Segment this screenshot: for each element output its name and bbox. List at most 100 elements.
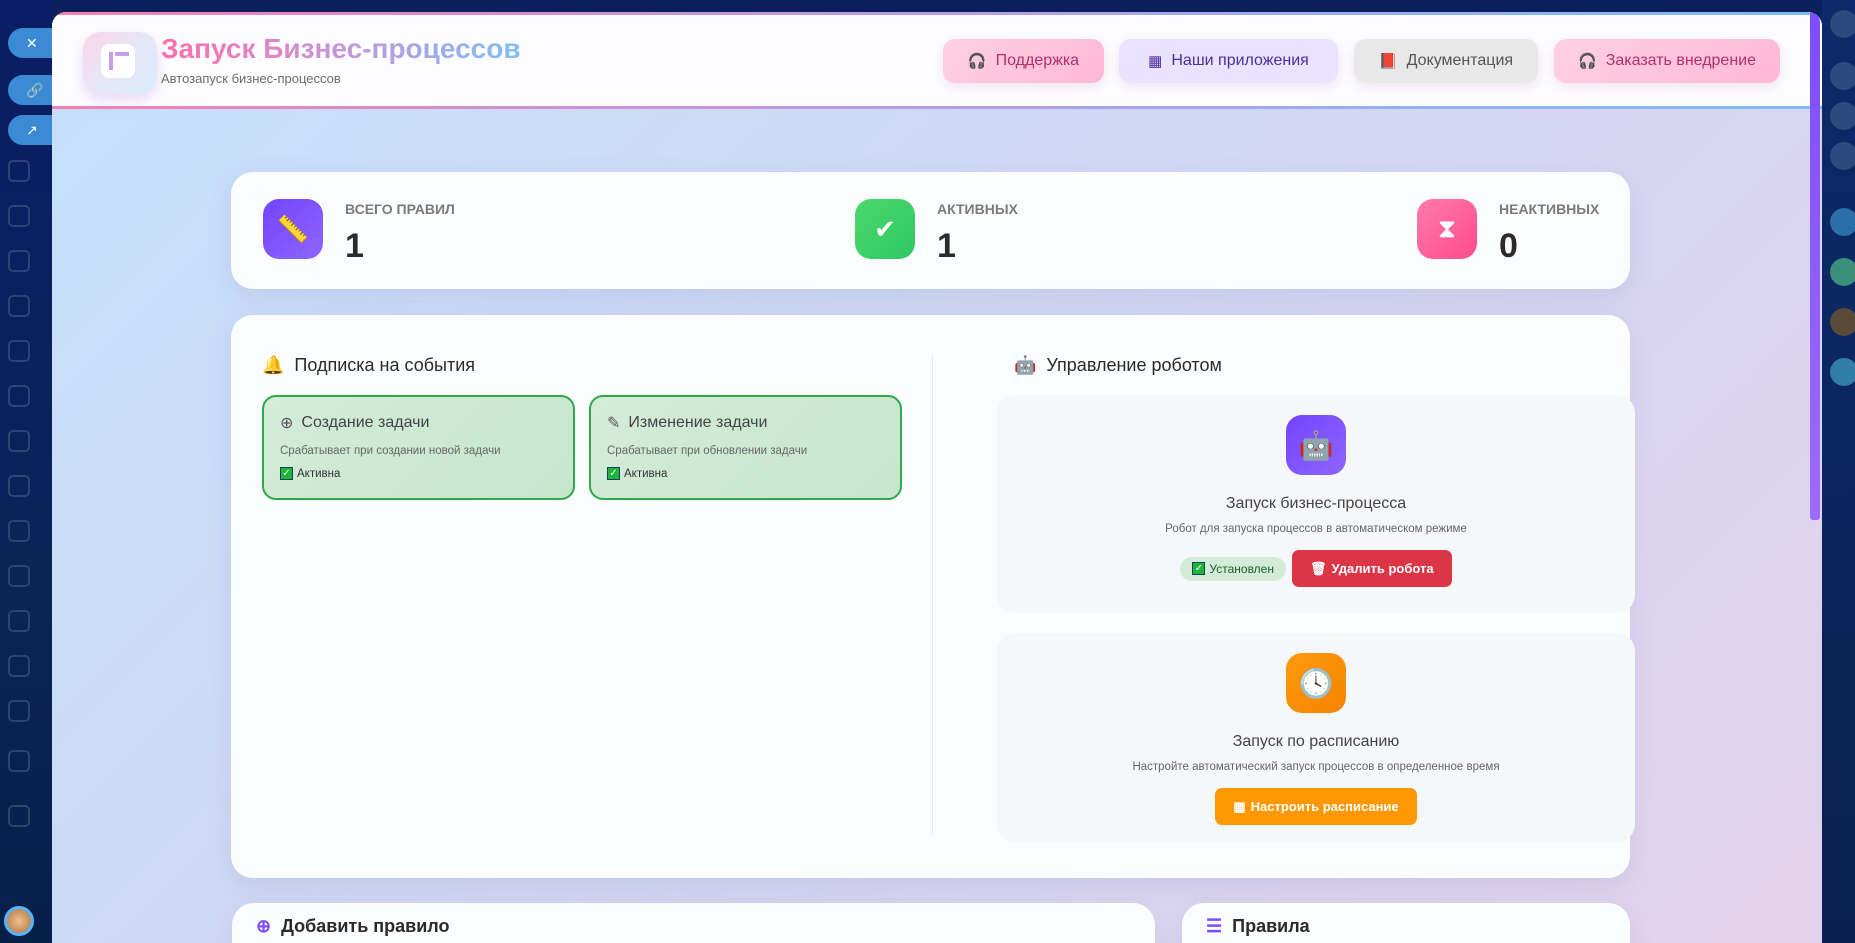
button-label: Настроить расписание bbox=[1250, 799, 1399, 814]
stat-active: ✔ АКТИВНЫХ 1 bbox=[855, 199, 1018, 266]
section-title: Правила bbox=[1232, 916, 1310, 936]
documentation-button[interactable]: 📕 Документация bbox=[1354, 39, 1538, 83]
grid-icon: ▦ bbox=[1148, 53, 1163, 70]
hourglass-icon: ⧗ bbox=[1417, 199, 1477, 259]
stats-card: 📏 ВСЕГО ПРАВИЛ 1 ✔ АКТИВНЫХ 1 ⧗ НЕАКТИВНЫХ… bbox=[231, 172, 1630, 289]
panel-description: Робот для запуска процессов в автоматиче… bbox=[1165, 523, 1467, 535]
scrollbar[interactable] bbox=[1810, 12, 1820, 520]
section-title: Добавить правило bbox=[281, 916, 450, 936]
sidebar-icon[interactable] bbox=[8, 655, 30, 677]
calendar-icon: ▦ bbox=[1233, 798, 1246, 814]
stat-value: 1 bbox=[937, 227, 956, 265]
panel-title: Запуск по расписанию bbox=[1232, 733, 1400, 750]
edit-icon: ✎ bbox=[607, 415, 621, 432]
event-card-create[interactable]: ⊕ Создание задачи Срабатывает при создани… bbox=[262, 395, 575, 500]
main-card: 🔔 Подписка на события ⊕ Создание задачи Ср… bbox=[231, 315, 1635, 878]
button-label: Наши приложения bbox=[1171, 52, 1309, 69]
section-title: Подписка на события bbox=[294, 355, 476, 375]
message-icon[interactable] bbox=[1830, 358, 1855, 386]
button-label: Документация bbox=[1406, 52, 1514, 69]
events-heading: 🔔 Подписка на события bbox=[262, 355, 475, 376]
sidebar-icon[interactable] bbox=[8, 430, 30, 452]
event-description: Срабатывает при создании новой задачи bbox=[280, 445, 501, 457]
sidebar-icon[interactable] bbox=[8, 750, 30, 772]
event-description: Срабатывает при обновлении задачи bbox=[607, 445, 808, 457]
page-title: Запуск Бизнес-процессов bbox=[161, 33, 521, 64]
our-apps-button[interactable]: ▦ Наши приложения bbox=[1119, 39, 1338, 83]
button-label: Поддержка bbox=[995, 52, 1080, 69]
headset-icon: 🎧 bbox=[967, 53, 987, 70]
checkbox-icon[interactable]: ✓ bbox=[607, 467, 620, 480]
rules-card: ☰ Правила bbox=[1182, 903, 1630, 943]
app-logo bbox=[83, 32, 157, 94]
user-avatar[interactable] bbox=[4, 906, 34, 936]
badge-label: Установлен bbox=[1209, 561, 1274, 576]
app-window: Запуск Бизнес-процессов Автозапуск бизне… bbox=[52, 12, 1822, 943]
delete-robot-button[interactable]: 🗑 Удалить робота bbox=[1291, 550, 1452, 587]
right-sidebar bbox=[1822, 0, 1855, 943]
column-divider bbox=[932, 355, 933, 835]
add-rule-heading: ⊕ Добавить правило bbox=[256, 915, 449, 937]
event-title: Изменение задачи bbox=[628, 414, 768, 431]
book-icon: 📕 bbox=[1378, 53, 1398, 70]
signal-icon[interactable] bbox=[1830, 102, 1855, 130]
bell-icon[interactable] bbox=[1830, 62, 1855, 90]
button-label: Заказать внедрение bbox=[1605, 52, 1756, 69]
check-circle-icon: ✔ bbox=[855, 199, 915, 259]
robot-bp-panel: 🤖 Запуск бизнес-процесса Робот для запус… bbox=[997, 395, 1635, 613]
installed-badge: ✓ Установлен bbox=[1180, 556, 1286, 581]
chat-icon[interactable] bbox=[1830, 208, 1855, 236]
sidebar-icon[interactable] bbox=[8, 205, 30, 227]
list-icon: ☰ bbox=[1206, 916, 1223, 936]
stat-value: 0 bbox=[1499, 227, 1518, 265]
robot-icon: 🤖 bbox=[1286, 415, 1346, 475]
headset-icon: 🎧 bbox=[1578, 53, 1597, 70]
left-sidebar: ✕ 🔗 ↗ bbox=[0, 0, 68, 943]
sidebar-icon[interactable] bbox=[8, 565, 30, 587]
rules-heading: ☰ Правила bbox=[1206, 915, 1310, 937]
stat-label: ВСЕГО ПРАВИЛ bbox=[345, 201, 455, 217]
stat-value: 1 bbox=[345, 227, 364, 265]
profile-icon[interactable] bbox=[1830, 10, 1855, 38]
section-title: Управление роботом bbox=[1046, 355, 1222, 375]
bell-icon: 🔔 bbox=[262, 355, 285, 375]
event-status: Активна bbox=[297, 467, 341, 480]
clock-icon: 🕓 bbox=[1286, 653, 1346, 713]
robot-heading: 🤖 Управление роботом bbox=[1014, 355, 1222, 376]
sidebar-icon[interactable] bbox=[8, 160, 30, 182]
add-rule-card: ⊕ Добавить правило bbox=[232, 903, 1155, 943]
app-icon[interactable] bbox=[1830, 258, 1855, 286]
panel-title: Запуск бизнес-процесса bbox=[1225, 495, 1407, 512]
sidebar-icon[interactable] bbox=[8, 340, 30, 362]
schedule-panel: 🕓 Запуск по расписанию Настройте автомат… bbox=[997, 633, 1635, 842]
stat-inactive: ⧗ НЕАКТИВНЫХ 0 bbox=[1417, 199, 1599, 266]
trash-icon: 🗑 bbox=[1309, 560, 1327, 576]
sidebar-icon[interactable] bbox=[8, 250, 30, 272]
configure-schedule-button[interactable]: ▦ Настроить расписание bbox=[1215, 788, 1417, 825]
stat-label: НЕАКТИВНЫХ bbox=[1499, 201, 1600, 217]
sidebar-icon[interactable] bbox=[8, 385, 30, 407]
check-icon: ✓ bbox=[1192, 562, 1206, 575]
button-label: Удалить робота bbox=[1331, 561, 1434, 576]
order-implementation-button[interactable]: 🎧 Заказать внедрение bbox=[1554, 39, 1780, 83]
contact-avatar[interactable] bbox=[1830, 308, 1855, 336]
smile-icon[interactable] bbox=[1830, 142, 1855, 170]
plus-circle-icon: ⊕ bbox=[256, 916, 272, 936]
sidebar-icon[interactable] bbox=[8, 295, 30, 317]
event-card-update[interactable]: ✎ Изменение задачи Срабатывает при обновл… bbox=[589, 395, 902, 500]
page-subtitle: Автозапуск бизнес-процессов bbox=[161, 71, 341, 86]
settings-icon[interactable] bbox=[8, 805, 30, 827]
checkbox-icon[interactable]: ✓ bbox=[280, 467, 293, 480]
sidebar-icon[interactable] bbox=[8, 700, 30, 722]
app-header: Запуск Бизнес-процессов Автозапуск бизне… bbox=[52, 12, 1822, 109]
plus-circle-icon: ⊕ bbox=[280, 415, 294, 432]
sidebar-icon[interactable] bbox=[8, 475, 30, 497]
sidebar-icon[interactable] bbox=[8, 520, 30, 542]
stat-total: 📏 ВСЕГО ПРАВИЛ 1 bbox=[263, 199, 455, 266]
event-title: Создание задачи bbox=[301, 414, 430, 431]
ruler-icon: 📏 bbox=[263, 199, 323, 259]
sidebar-icon[interactable] bbox=[8, 610, 30, 632]
panel-description: Настройте автоматический запуск процессо… bbox=[1132, 761, 1500, 773]
robot-icon: 🤖 bbox=[1014, 355, 1037, 375]
support-button[interactable]: 🎧 Поддержка bbox=[943, 39, 1104, 83]
